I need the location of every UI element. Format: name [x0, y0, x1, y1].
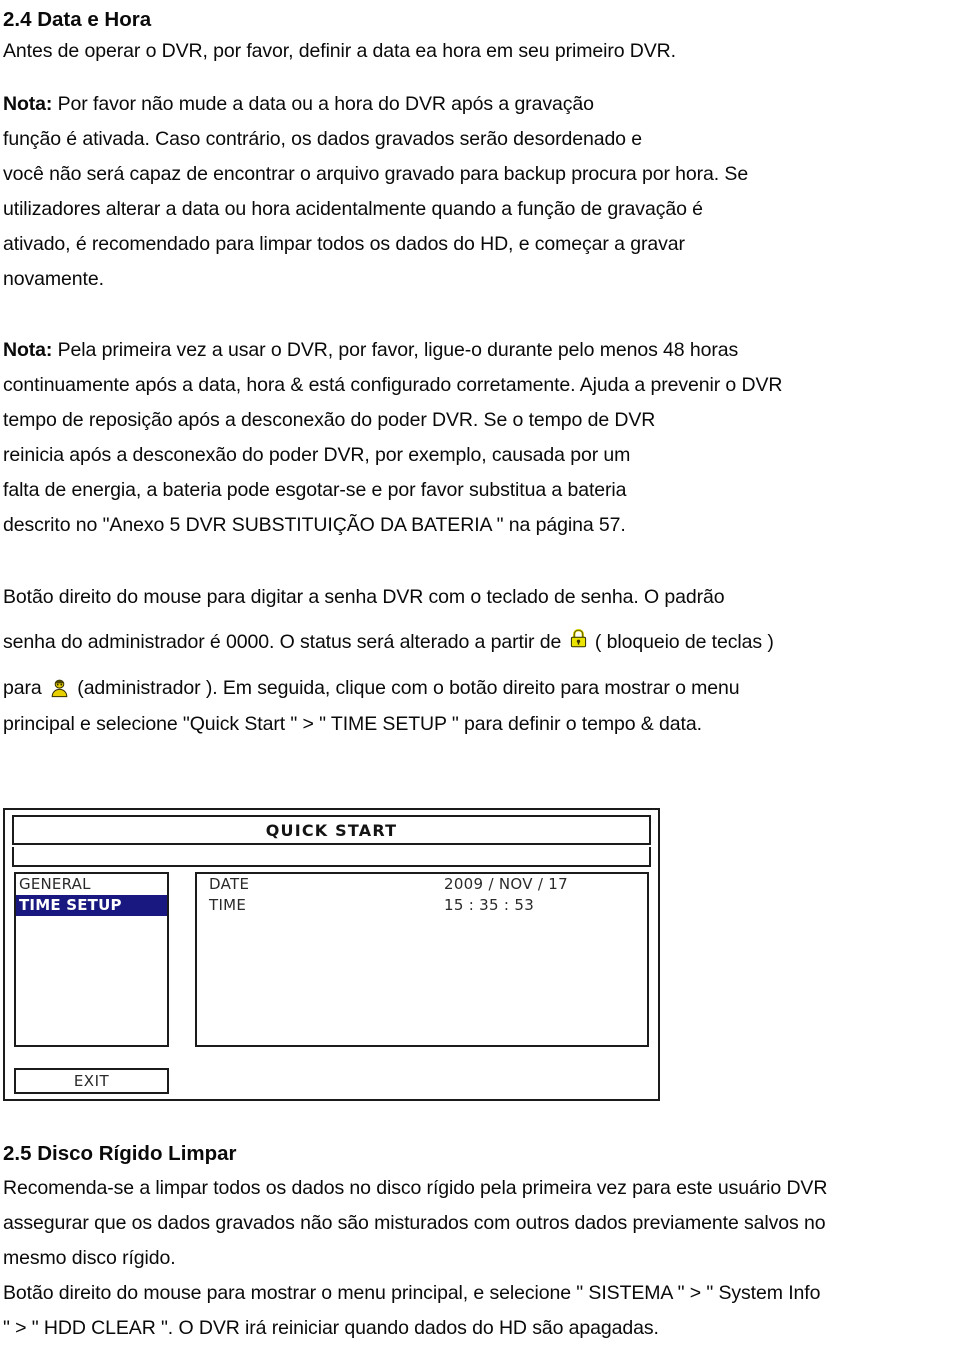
nota-2-line: Nota: Pela primeira vez a usar o DVR, po… — [3, 333, 738, 368]
paragraph-line: reinicia após a desconexão do poder DVR,… — [3, 444, 631, 466]
dvr-settings-panel: DATE 2009 / NOV / 17 TIME 15 : 35 : 53 — [195, 872, 649, 1047]
password-status-line: senha do administrador é 0000. O status … — [3, 625, 774, 660]
nota-1-label: Nota: — [3, 93, 53, 115]
paragraph-line: Recomenda-se a limpar todos os dados no … — [3, 1177, 828, 1199]
password-status-text-a: senha do administrador é 0000. O status … — [3, 631, 562, 653]
paragraph-line: ativado, é recomendado para limpar todos… — [3, 233, 685, 255]
dvr-osd-screenshot: QUICK START GENERAL TIME SETUP DATE 2009… — [3, 808, 660, 1101]
dvr-field-row-date[interactable]: DATE 2009 / NOV / 17 — [197, 874, 647, 895]
dvr-menu-list[interactable]: GENERAL TIME SETUP — [14, 872, 169, 1047]
quick-start-instruction-line: principal e selecione "Quick Start " > "… — [3, 713, 702, 735]
paragraph-line: falta de energia, a bateria pode esgotar… — [3, 479, 627, 501]
paragraph-line: função é ativada. Caso contrário, os dad… — [3, 128, 642, 150]
paragraph-line: descrito no "Anexo 5 DVR SUBSTITUIÇÃO DA… — [3, 514, 626, 536]
dvr-menu-item-general[interactable]: GENERAL — [16, 874, 167, 895]
paragraph-line: novamente. — [3, 268, 104, 290]
lock-icon — [570, 625, 587, 648]
dvr-title-bar: QUICK START — [12, 815, 651, 845]
dvr-sub-bar — [12, 847, 651, 867]
dvr-field-row-time[interactable]: TIME 15 : 35 : 53 — [197, 895, 647, 916]
paragraph-line: utilizadores alterar a data ou hora acid… — [3, 198, 703, 220]
section-2-5-heading: 2.5 Disco Rígido Limpar — [3, 1142, 237, 1165]
dvr-menu-item-time-setup[interactable]: TIME SETUP — [16, 895, 167, 916]
paragraph-line: mesmo disco rígido. — [3, 1247, 176, 1269]
section-2-4-heading: 2.4 Data e Hora — [3, 8, 152, 31]
dvr-exit-button[interactable]: EXIT — [14, 1068, 169, 1094]
administrator-text-b: (administrador ). Em seguida, clique com… — [77, 677, 740, 699]
nota-1-line: Nota: Por favor não mude a data ou a hor… — [3, 87, 594, 122]
paragraph-line: Botão direito do mouse para mostrar o me… — [3, 1282, 821, 1304]
nota-2-label: Nota: — [3, 339, 53, 361]
dvr-field-label-date: DATE — [209, 875, 250, 893]
administrator-line: para (administrador ). Em seguida, cliqu… — [3, 671, 740, 706]
nota-1-text: Por favor não mude a data ou a hora do D… — [52, 93, 594, 115]
paragraph-line: Antes de operar o DVR, por favor, defini… — [3, 40, 676, 62]
password-status-text-b: ( bloqueio de teclas ) — [594, 631, 774, 653]
administrator-text-a: para — [3, 677, 42, 699]
administrator-icon — [50, 675, 69, 698]
document-page: 2.4 Data e Hora Antes de operar o DVR, p… — [0, 0, 960, 1341]
dvr-field-label-time: TIME — [209, 896, 247, 914]
paragraph-line: Botão direito do mouse para digitar a se… — [3, 586, 725, 608]
paragraph-line: você não será capaz de encontrar o arqui… — [3, 163, 749, 185]
dvr-field-value-time[interactable]: 15 : 35 : 53 — [444, 895, 534, 916]
paragraph-line: continuamente após a data, hora & está c… — [3, 374, 783, 396]
dvr-field-value-date[interactable]: 2009 / NOV / 17 — [444, 874, 568, 895]
paragraph-line: assegurar que os dados gravados não são … — [3, 1212, 826, 1234]
paragraph-line: tempo de reposição após a desconexão do … — [3, 409, 656, 431]
dvr-title: QUICK START — [265, 820, 398, 840]
nota-2-text: Pela primeira vez a usar o DVR, por favo… — [52, 339, 739, 361]
